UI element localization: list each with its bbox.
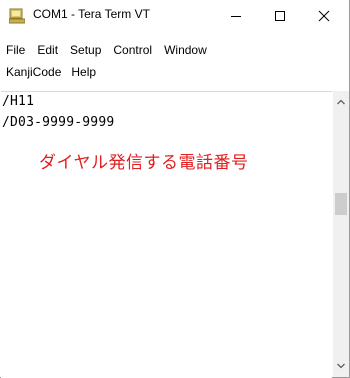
chevron-down-icon (337, 363, 345, 369)
window-title: COM1 - Tera Term VT (33, 7, 150, 21)
minimize-icon (231, 16, 241, 17)
menu-kanjicode[interactable]: KanjiCode (0, 63, 65, 81)
menu-file[interactable]: File (0, 41, 29, 59)
menu-edit[interactable]: Edit (31, 41, 62, 59)
menu-window[interactable]: Window (158, 41, 211, 59)
scroll-down-button[interactable] (333, 358, 349, 374)
dial-number-annotation: ダイヤル発信する電話番号 (39, 153, 249, 173)
minimize-button[interactable] (214, 0, 258, 32)
menu-control[interactable]: Control (107, 41, 156, 59)
menu-row-2: KanjiCode Help (0, 62, 100, 82)
menu-setup[interactable]: Setup (64, 41, 105, 59)
title-bar[interactable]: COM1 - Tera Term VT (0, 0, 349, 32)
tera-term-app-icon[interactable] (8, 8, 26, 24)
close-button[interactable] (302, 0, 346, 32)
scroll-thumb[interactable] (335, 193, 347, 215)
close-icon (318, 10, 330, 22)
maximize-button[interactable] (258, 0, 302, 32)
scroll-up-button[interactable] (333, 94, 349, 110)
terminal-line-1: /H11 (2, 94, 35, 109)
maximize-icon (275, 11, 285, 21)
terminal-line-2: /D03-9999-9999 (2, 115, 115, 130)
menu-help[interactable]: Help (65, 63, 100, 81)
vertical-scrollbar[interactable] (333, 91, 349, 377)
chevron-up-icon (337, 99, 345, 105)
menu-bar: File Edit Setup Control Window KanjiCode… (0, 40, 349, 90)
tera-term-window: COM1 - Tera Term VT File Edit Setup Cont… (0, 0, 350, 378)
menu-row-1: File Edit Setup Control Window (0, 40, 213, 60)
terminal-area[interactable]: /H11 /D03-9999-9999 ダイヤル発信する電話番号 (1, 91, 332, 378)
